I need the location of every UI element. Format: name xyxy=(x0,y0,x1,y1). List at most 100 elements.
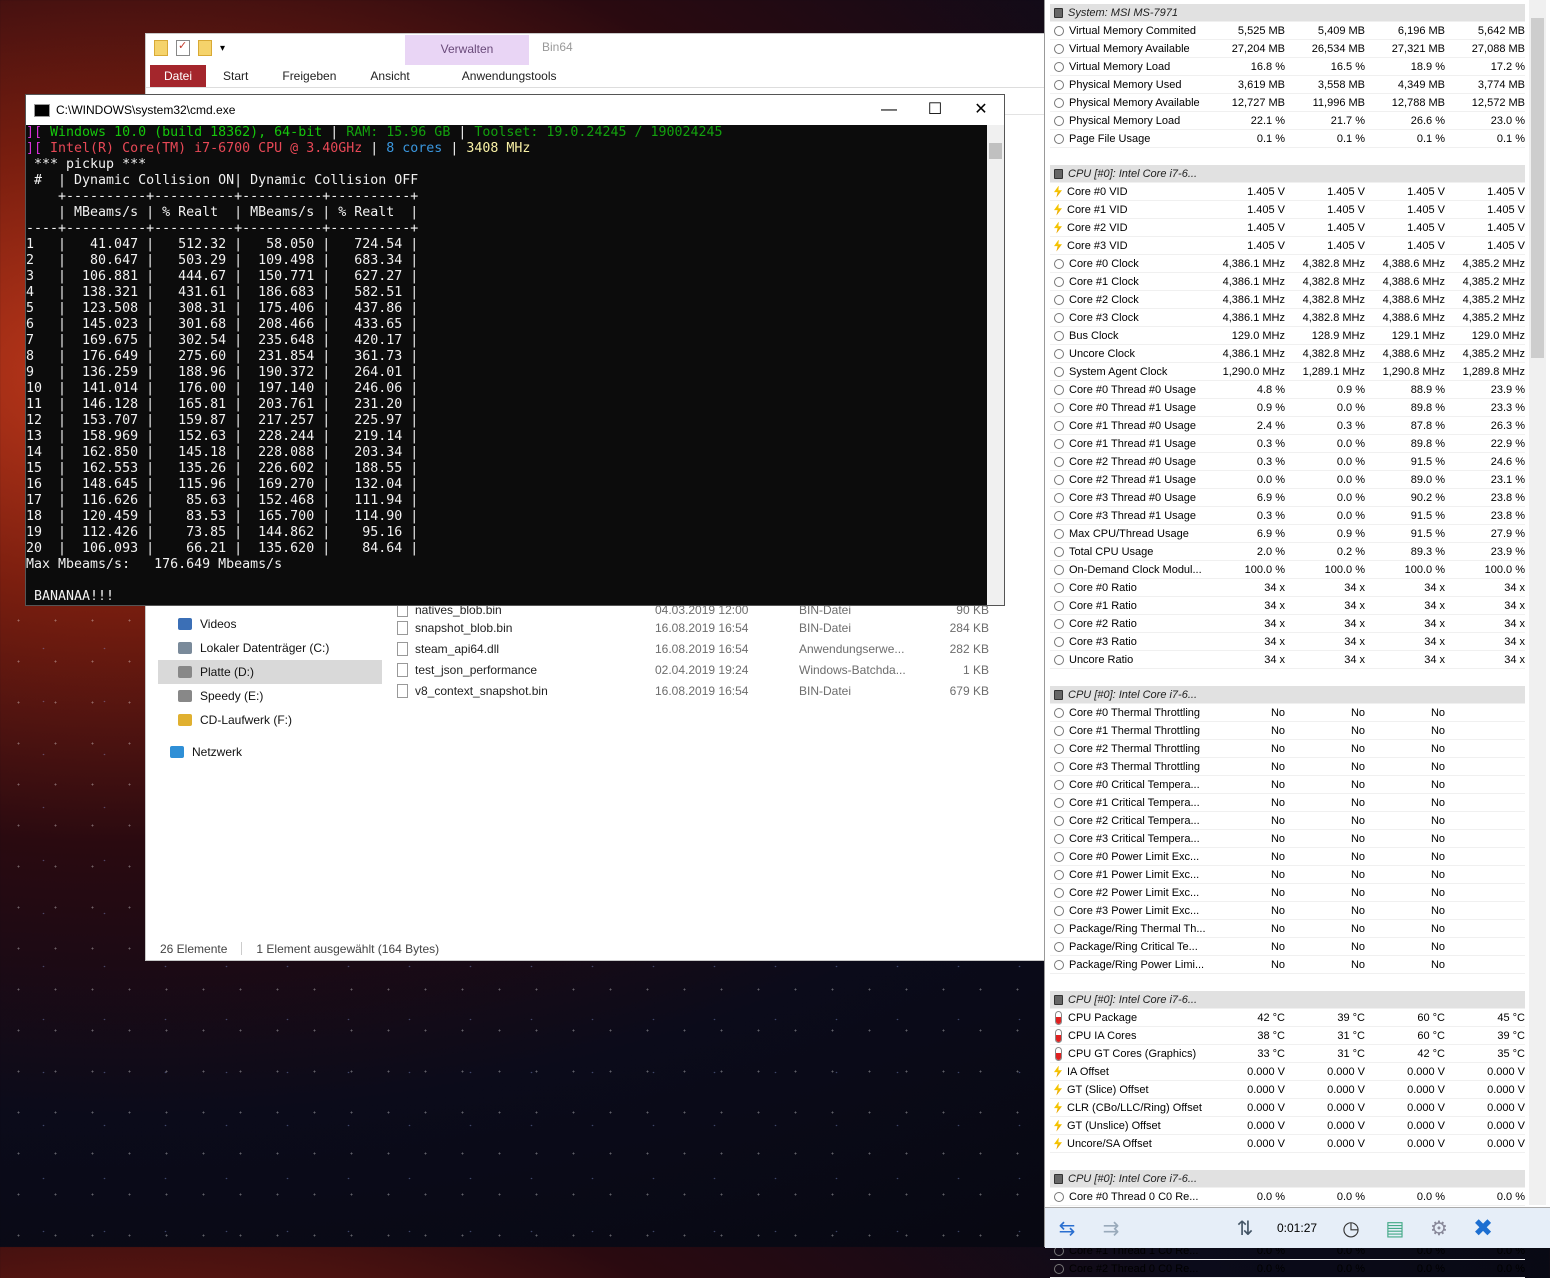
sensor-row[interactable]: Core #1 Critical Tempera... No No No xyxy=(1050,794,1525,812)
close-button[interactable]: ✕ xyxy=(958,95,1004,125)
settings-icon[interactable]: ⚙ xyxy=(1417,1212,1461,1244)
sensor-row[interactable]: Core #1 Thread #1 Usage 0.3 % 0.0 % 89.8 % 2… xyxy=(1050,435,1525,453)
maximize-button[interactable]: ☐ xyxy=(912,95,958,125)
sensor-row[interactable]: Core #0 Thread 0 C0 Re... 0.0 % 0.0 % 0.0 %… xyxy=(1050,1188,1525,1206)
sensor-row[interactable]: Core #3 Thread #0 Usage 6.9 % 0.0 % 90.2 % 2… xyxy=(1050,489,1525,507)
sensor-row[interactable]: Core #0 Thread #0 Usage 4.8 % 0.9 % 88.9 % 2… xyxy=(1050,381,1525,399)
sensor-row[interactable]: IA Offset 0.000 V 0.000 V 0.000 V 0.000 V xyxy=(1050,1063,1525,1081)
sensor-row[interactable]: GT (Slice) Offset 0.000 V 0.000 V 0.000 V 0.… xyxy=(1050,1081,1525,1099)
sensor-row[interactable]: Page File Usage 0.1 % 0.1 % 0.1 % 0.1 % xyxy=(1050,130,1525,148)
sensor-row[interactable]: Core #3 Clock 4,386.1 MHz 4,382.8 MHz 4,388… xyxy=(1050,309,1525,327)
tab-ansicht[interactable]: Ansicht xyxy=(353,65,426,87)
sensor-row[interactable]: Virtual Memory Available 27,204 MB 26,534 … xyxy=(1050,40,1525,58)
nav-item[interactable]: Speedy (E:) xyxy=(158,684,378,708)
sensor-row[interactable]: Virtual Memory Commited 5,525 MB 5,409 MB 6… xyxy=(1050,22,1525,40)
sensor-group-header[interactable]: CPU [#0]: Intel Core i7-6... xyxy=(1050,686,1525,704)
file-row[interactable]: snapshot_blob.bin 16.08.2019 16:54 BIN-Dat… xyxy=(393,617,1033,638)
sensor-row[interactable]: Core #3 VID 1.405 V 1.405 V 1.405 V 1.405 V xyxy=(1050,237,1525,255)
nav-item[interactable]: Platte (D:) xyxy=(158,660,382,684)
sensor-row[interactable]: Package/Ring Critical Te... No No No xyxy=(1050,938,1525,956)
sensor-scrollbar[interactable] xyxy=(1529,0,1546,1205)
sensor-row[interactable]: Core #3 Power Limit Exc... No No No xyxy=(1050,902,1525,920)
sensor-row[interactable]: Core #0 Ratio 34 x 34 x 34 x 34 x xyxy=(1050,579,1525,597)
sensor-row[interactable]: CLR (CBo/LLC/Ring) Offset 0.000 V 0.000 V 0… xyxy=(1050,1099,1525,1117)
file-row[interactable]: v8_context_snapshot.bin 16.08.2019 16:54 B… xyxy=(393,680,1033,701)
tab-freigeben[interactable]: Freigeben xyxy=(265,65,353,87)
sensor-group-header[interactable]: System: MSI MS-7971 xyxy=(1050,4,1525,22)
sensor-row[interactable]: Core #0 VID 1.405 V 1.405 V 1.405 V 1.405 V xyxy=(1050,183,1525,201)
sensor-row[interactable]: Package/Ring Power Limi... No No No xyxy=(1050,956,1525,974)
sensor-row[interactable]: Core #2 Power Limit Exc... No No No xyxy=(1050,884,1525,902)
sensor-row[interactable]: Physical Memory Available 12,727 MB 11,996… xyxy=(1050,94,1525,112)
sensor-row[interactable]: Core #2 Clock 4,386.1 MHz 4,382.8 MHz 4,388… xyxy=(1050,291,1525,309)
new-folder-icon[interactable] xyxy=(198,40,212,56)
sensor-row[interactable]: Core #2 Ratio 34 x 34 x 34 x 34 x xyxy=(1050,615,1525,633)
network-icon[interactable]: ⇅ xyxy=(1223,1212,1267,1244)
close-icon[interactable]: ✖ xyxy=(1461,1212,1505,1244)
nav-item[interactable]: Netzwerk xyxy=(158,740,378,764)
sensor-row[interactable]: Core #0 Thread #1 Usage 0.9 % 0.0 % 89.8 % 2… xyxy=(1050,399,1525,417)
sensor-row[interactable]: CPU IA Cores 38 °C 31 °C 60 °C 39 °C xyxy=(1050,1027,1525,1045)
sensor-row[interactable]: Core #0 Critical Tempera... No No No xyxy=(1050,776,1525,794)
sensor-row[interactable]: Total CPU Usage 2.0 % 0.2 % 89.3 % 23.9 % xyxy=(1050,543,1525,561)
sensor-row[interactable]: Core #0 Power Limit Exc... No No No xyxy=(1050,848,1525,866)
sensor-row[interactable]: Core #3 Critical Tempera... No No No xyxy=(1050,830,1525,848)
sensor-row[interactable]: Physical Memory Load 22.1 % 21.7 % 26.6 % 23… xyxy=(1050,112,1525,130)
sensor-row[interactable]: Core #2 Thread #0 Usage 0.3 % 0.0 % 91.5 % 2… xyxy=(1050,453,1525,471)
folder-icon[interactable] xyxy=(154,40,168,56)
sensor-row[interactable]: Uncore/SA Offset 0.000 V 0.000 V 0.000 V 0.0… xyxy=(1050,1135,1525,1153)
sensor-row[interactable]: Core #1 Ratio 34 x 34 x 34 x 34 x xyxy=(1050,597,1525,615)
sensor-row[interactable]: Core #1 Thermal Throttling No No No xyxy=(1050,722,1525,740)
sensor-row[interactable]: Bus Clock 129.0 MHz 128.9 MHz 129.1 MHz 129.… xyxy=(1050,327,1525,345)
console-output[interactable]: ][ Windows 10.0 (build 18362), 64-bit | … xyxy=(26,125,988,605)
sensor-row[interactable]: GT (Unslice) Offset 0.000 V 0.000 V 0.000 V… xyxy=(1050,1117,1525,1135)
log-file-icon[interactable]: ▤ xyxy=(1373,1212,1417,1244)
sensor-row[interactable]: Virtual Memory Load 16.8 % 16.5 % 18.9 % 17.… xyxy=(1050,58,1525,76)
collapse-icon[interactable]: ⇉ xyxy=(1089,1212,1133,1244)
tab-anwendungstools[interactable]: Anwendungstools xyxy=(445,65,574,87)
file-row[interactable]: natives_blob.bin 04.03.2019 12:00 BIN-Date… xyxy=(393,606,1033,617)
sensor-row[interactable]: Uncore Ratio 34 x 34 x 34 x 34 x xyxy=(1050,651,1525,669)
sensor-row[interactable]: Core #2 Critical Tempera... No No No xyxy=(1050,812,1525,830)
sensor-row[interactable]: Max CPU/Thread Usage 6.9 % 0.9 % 91.5 % 27.9… xyxy=(1050,525,1525,543)
file-row[interactable]: steam_api64.dll 16.08.2019 16:54 Anwendung… xyxy=(393,638,1033,659)
sensor-row[interactable]: Core #0 Clock 4,386.1 MHz 4,382.8 MHz 4,388… xyxy=(1050,255,1525,273)
sensor-row[interactable]: Core #2 Thermal Throttling No No No xyxy=(1050,740,1525,758)
nav-item[interactable]: Lokaler Datenträger (C:) xyxy=(158,636,378,660)
sensor-group-header[interactable]: CPU [#0]: Intel Core i7-6... xyxy=(1050,1170,1525,1188)
file-row[interactable]: test_json_performance 02.04.2019 19:24 Win… xyxy=(393,659,1033,680)
sensor-row[interactable]: CPU GT Cores (Graphics) 33 °C 31 °C 42 °C 35… xyxy=(1050,1045,1525,1063)
sensor-row[interactable]: Package/Ring Thermal Th... No No No xyxy=(1050,920,1525,938)
sensor-row[interactable]: On-Demand Clock Modul... 100.0 % 100.0 % 10… xyxy=(1050,561,1525,579)
sensor-row[interactable]: Core #1 Clock 4,386.1 MHz 4,382.8 MHz 4,388… xyxy=(1050,273,1525,291)
sensor-row[interactable]: Core #2 VID 1.405 V 1.405 V 1.405 V 1.405 V xyxy=(1050,219,1525,237)
sensor-group-header[interactable]: CPU [#0]: Intel Core i7-6... xyxy=(1050,165,1525,183)
sensor-row[interactable]: Core #1 VID 1.405 V 1.405 V 1.405 V 1.405 V xyxy=(1050,201,1525,219)
sensor-row[interactable]: Core #3 Ratio 34 x 34 x 34 x 34 x xyxy=(1050,633,1525,651)
tab-datei[interactable]: Datei xyxy=(150,65,207,87)
sensor-scroll-thumb[interactable] xyxy=(1531,18,1544,358)
nav-item[interactable]: Videos xyxy=(158,612,378,636)
properties-icon[interactable] xyxy=(176,39,190,56)
cmd-title-bar[interactable]: C:\WINDOWS\system32\cmd.exe — ☐ ✕ xyxy=(26,95,1004,125)
sensor-row[interactable]: Physical Memory Used 3,619 MB 3,558 MB 4,34… xyxy=(1050,76,1525,94)
sensor-row[interactable]: System Agent Clock 1,290.0 MHz 1,289.1 MHz… xyxy=(1050,363,1525,381)
sensor-row[interactable]: Core #1 Power Limit Exc... No No No xyxy=(1050,866,1525,884)
clock-icon[interactable]: ◷ xyxy=(1329,1212,1373,1244)
tab-verwalten[interactable]: Verwalten xyxy=(405,35,529,65)
sensor-row[interactable]: Core #3 Thermal Throttling No No No xyxy=(1050,758,1525,776)
sensor-row[interactable]: Core #2 Thread 0 C0 Re... 0.0 % 0.0 % 0.0 %… xyxy=(1050,1260,1525,1278)
expand-icon[interactable]: ⇆ xyxy=(1045,1212,1089,1244)
sensor-row[interactable]: Core #0 Thermal Throttling No No No xyxy=(1050,704,1525,722)
nav-item[interactable]: CD-Laufwerk (F:) xyxy=(158,708,378,732)
cmd-scroll-thumb[interactable] xyxy=(989,143,1002,159)
sensor-row[interactable]: CPU Package 42 °C 39 °C 60 °C 45 °C xyxy=(1050,1009,1525,1027)
sensor-group-header[interactable]: CPU [#0]: Intel Core i7-6... xyxy=(1050,991,1525,1009)
sensor-row[interactable]: Core #3 Thread #1 Usage 0.3 % 0.0 % 91.5 % 2… xyxy=(1050,507,1525,525)
sensor-row[interactable]: Uncore Clock 4,386.1 MHz 4,382.8 MHz 4,388.… xyxy=(1050,345,1525,363)
customize-toolbar-icon[interactable]: ▾ xyxy=(220,43,225,54)
tab-start[interactable]: Start xyxy=(206,65,265,87)
cmd-scrollbar[interactable] xyxy=(987,125,1004,605)
sensor-row[interactable]: Core #1 Thread #0 Usage 2.4 % 0.3 % 87.8 % 2… xyxy=(1050,417,1525,435)
minimize-button[interactable]: — xyxy=(866,95,912,125)
